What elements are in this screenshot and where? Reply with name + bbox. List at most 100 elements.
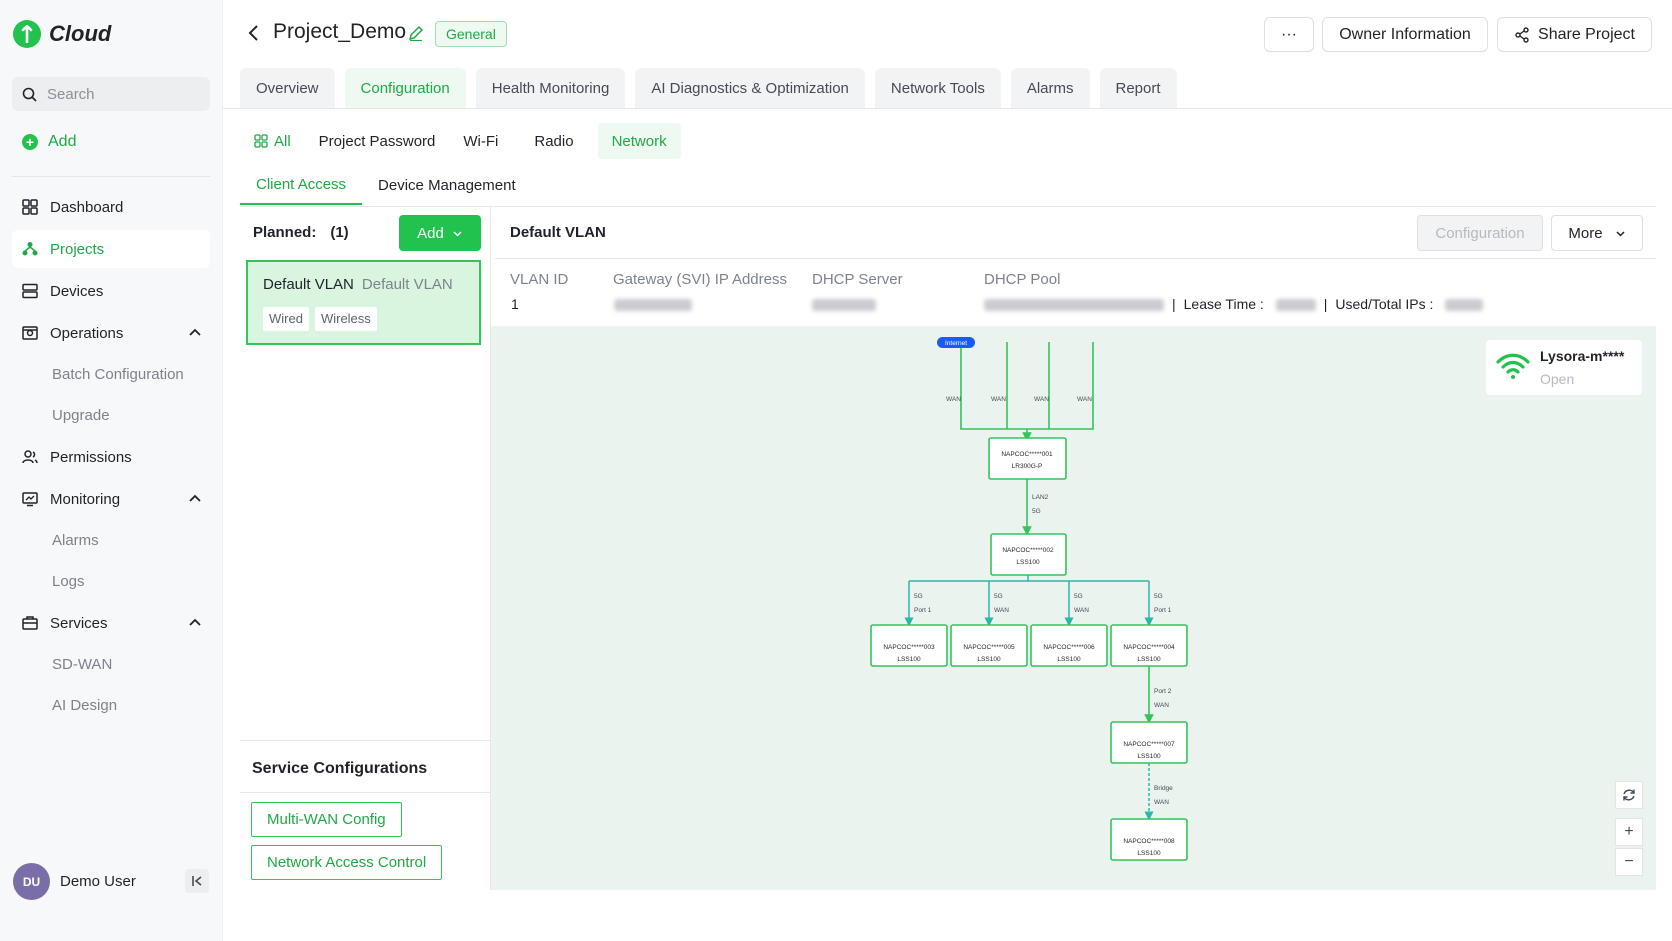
configuration-button[interactable]: Configuration <box>1417 215 1543 251</box>
subtab-all[interactable]: All <box>240 123 305 159</box>
link-label: Port 1 <box>1154 607 1172 614</box>
chevron-up-icon[interactable] <box>188 491 202 505</box>
link-label: Port 1 <box>914 607 932 614</box>
dhcp-pool-value: | Lease Time : | Used/Total IPs : <box>984 296 1484 312</box>
used-ips-label: Used/Total IPs : <box>1335 296 1434 312</box>
wifi-ssid-card[interactable]: Lysora-m**** Open <box>1486 340 1642 395</box>
sidebar-item-devices[interactable]: Devices <box>12 272 210 310</box>
subtab-wifi[interactable]: Wi-Fi <box>449 123 512 159</box>
monitoring-icon <box>22 492 38 507</box>
chevron-up-icon[interactable] <box>188 615 202 629</box>
sidebar-item-operations[interactable]: Operations <box>12 314 210 352</box>
sidebar-item-alarms[interactable]: Alarms <box>12 522 210 559</box>
dashboard-icon <box>22 199 38 215</box>
page-title: Project_Demo <box>273 20 407 43</box>
operations-icon <box>22 326 38 340</box>
sidebar-item-dashboard[interactable]: Dashboard <box>12 188 210 226</box>
vlan-chips: Wired Wireless <box>263 307 377 331</box>
add-vlan-label: Add <box>417 224 444 242</box>
owner-information-label: Owner Information <box>1339 25 1471 43</box>
link-label: 5G <box>1032 508 1041 515</box>
link-label: WAN <box>1154 799 1169 806</box>
sidebar-item-label: Monitoring <box>50 490 121 508</box>
tab-ai-diagnostics[interactable]: AI Diagnostics & Optimization <box>635 68 865 108</box>
sidebar-item-label: Devices <box>50 282 104 300</box>
sidebar-item-permissions[interactable]: Permissions <box>12 438 210 476</box>
back-icon[interactable] <box>246 22 262 44</box>
share-project-button[interactable]: Share Project <box>1497 17 1652 52</box>
sidebar-nav: Dashboard Projects Devices Operations Ba… <box>12 188 210 728</box>
device-name: NAPCOC*****005 <box>963 644 1015 651</box>
refresh-button[interactable] <box>1615 781 1643 809</box>
sidebar-item-upgrade[interactable]: Upgrade <box>12 397 210 434</box>
plus-icon: + <box>22 134 38 150</box>
subtab-project-password[interactable]: Project Password <box>305 123 450 159</box>
collapse-sidebar-button[interactable] <box>185 869 209 893</box>
wifi-icon <box>1496 353 1530 379</box>
link-label: WAN <box>994 607 1009 614</box>
device-node[interactable] <box>990 533 1067 576</box>
wan-label: WAN <box>946 396 961 403</box>
logo[interactable]: Cloud <box>13 20 111 48</box>
wan-links <box>960 342 1094 442</box>
zoom-out-button[interactable]: − <box>1615 848 1643 876</box>
vlan-detail-title: Default VLAN <box>510 224 606 241</box>
more-dropdown-button[interactable]: More <box>1551 215 1643 251</box>
tab-device-management[interactable]: Device Management <box>378 165 516 205</box>
device-name: NAPCOC*****001 <box>1001 451 1053 458</box>
devices-icon <box>22 283 38 299</box>
zoom-in-button[interactable]: + <box>1615 818 1643 846</box>
owner-information-button[interactable]: Owner Information <box>1322 17 1488 52</box>
sidebar-item-sd-wan[interactable]: SD-WAN <box>12 646 210 683</box>
sidebar-item-services[interactable]: Services <box>12 604 210 642</box>
topology-canvas[interactable]: Internet WAN WAN WAN WAN NAPCOC*****001 … <box>491 326 1656 890</box>
main-tabs: Overview Configuration Health Monitoring… <box>240 68 1177 108</box>
edit-icon[interactable] <box>408 25 424 41</box>
tab-client-access[interactable]: Client Access <box>240 165 363 205</box>
device-name: NAPCOC*****003 <box>883 644 935 651</box>
add-vlan-button[interactable]: Add <box>399 215 481 251</box>
subtab-network[interactable]: Network <box>597 123 681 159</box>
wifi-ssid: Lysora-m**** <box>1540 348 1625 364</box>
tab-network-tools[interactable]: Network Tools <box>874 68 1001 108</box>
tab-health-monitoring[interactable]: Health Monitoring <box>475 68 626 108</box>
services-icon <box>22 616 38 630</box>
vlan-card[interactable]: Default VLAN Default VLAN Wired Wireless <box>246 260 481 345</box>
projects-icon <box>22 242 38 256</box>
device-node[interactable] <box>988 437 1067 480</box>
tab-configuration[interactable]: Configuration <box>344 68 466 108</box>
more-options-label: ··· <box>1281 25 1297 43</box>
divider <box>12 176 210 177</box>
subtab-radio[interactable]: Radio <box>520 123 587 159</box>
topology-diagram: Internet WAN WAN WAN WAN NAPCOC*****001 … <box>870 337 1188 861</box>
user-profile[interactable]: DU Demo User <box>13 863 136 900</box>
sidebar-item-projects[interactable]: Projects <box>12 230 210 268</box>
tab-overview[interactable]: Overview <box>240 68 335 108</box>
search-placeholder: Search <box>47 85 95 103</box>
chevron-down-icon <box>1616 230 1625 237</box>
user-name: Demo User <box>60 873 136 890</box>
link-label: 5G <box>914 593 923 600</box>
tab-report[interactable]: Report <box>1099 68 1177 108</box>
link-label: Port 2 <box>1154 688 1172 695</box>
add-button[interactable]: + Add <box>22 133 76 151</box>
wan-label: WAN <box>1077 396 1092 403</box>
link-label: LAN2 <box>1032 494 1049 501</box>
sidebar-item-ai-design[interactable]: AI Design <box>12 687 210 724</box>
network-access-control-button[interactable]: Network Access Control <box>251 845 443 880</box>
tab-alarms[interactable]: Alarms <box>1010 68 1090 108</box>
permissions-icon <box>22 450 38 464</box>
device-model: LSS100 <box>977 656 1001 663</box>
sidebar-item-logs[interactable]: Logs <box>12 563 210 600</box>
sidebar-item-monitoring[interactable]: Monitoring <box>12 480 210 518</box>
network-subtabs: Client Access Device Management <box>240 165 516 205</box>
multi-wan-config-button[interactable]: Multi-WAN Config <box>251 802 402 837</box>
divider <box>223 108 1672 109</box>
share-icon <box>1515 26 1529 43</box>
sidebar-item-batch-configuration[interactable]: Batch Configuration <box>12 356 210 393</box>
device-model: LSS100 <box>1137 753 1161 760</box>
more-options-button[interactable]: ··· <box>1264 17 1314 52</box>
chevron-up-icon[interactable] <box>188 325 202 339</box>
link-label: 5G <box>1154 593 1163 600</box>
search-input[interactable]: Search <box>12 77 210 111</box>
